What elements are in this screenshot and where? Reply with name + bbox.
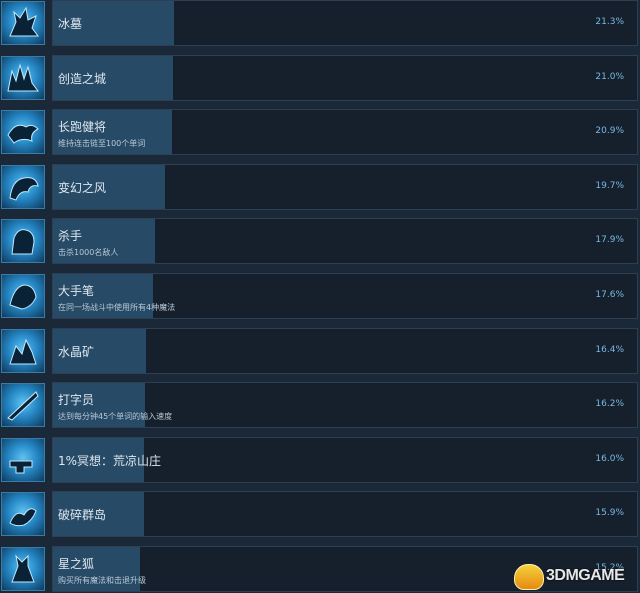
achievement-description: 维持连击链至100个单词 xyxy=(58,139,146,148)
achievement-percent: 15.9% xyxy=(595,508,624,518)
achievement-progress-card: 创造之城 21.0% xyxy=(52,55,638,101)
achievement-percent: 19.7% xyxy=(595,181,624,191)
quill-icon xyxy=(1,383,45,427)
achievement-row[interactable]: 冰墓 21.3% xyxy=(0,0,640,46)
achievement-progress-card: 长跑健将维持连击链至100个单词 20.9% xyxy=(52,109,638,155)
achievement-title: 变幻之风 xyxy=(58,181,107,195)
achievement-title: 星之狐 xyxy=(58,557,95,571)
running-fox-icon xyxy=(1,110,45,154)
achievement-list: 冰墓 21.3% 创造之城 21.0% 长跑健将维持连击链至100个单词 20.9% 变幻之… xyxy=(0,0,640,593)
achievement-percent: 20.9% xyxy=(595,126,624,136)
achievement-row[interactable]: 创造之城 21.0% xyxy=(0,55,640,101)
achievement-title: 长跑健将 xyxy=(58,120,107,134)
achievement-row[interactable]: 打字员达到每分钟45个单词的输入速度 16.2% xyxy=(0,382,640,428)
achievement-percent: 16.4% xyxy=(595,345,624,355)
achievement-title: 破碎群岛 xyxy=(58,508,107,522)
achievement-percent: 21.0% xyxy=(595,72,624,82)
achievement-row[interactable]: 杀手击杀1000名敌人 17.9% xyxy=(0,218,640,264)
achievement-progress-card: 破碎群岛 15.9% xyxy=(52,491,638,537)
city-wolf-icon xyxy=(1,56,45,100)
achievement-row[interactable]: 大手笔在同一场战斗中使用所有4种魔法 17.6% xyxy=(0,273,640,319)
3dm-mascot-icon xyxy=(514,564,544,590)
achievement-progress-card: 大手笔在同一场战斗中使用所有4种魔法 17.6% xyxy=(52,273,638,319)
achievement-title: 创造之城 xyxy=(58,72,107,86)
magic-wolf-icon xyxy=(1,274,45,318)
achievement-row[interactable]: 水晶矿 16.4% xyxy=(0,328,640,374)
achievement-percent: 21.3% xyxy=(595,17,624,27)
achievement-progress-card: 水晶矿 16.4% xyxy=(52,328,638,374)
achievement-title: 1%冥想：荒凉山庄 xyxy=(58,454,162,468)
star-fox-icon xyxy=(1,547,45,591)
achievement-row[interactable]: 长跑健将维持连击链至100个单词 20.9% xyxy=(0,109,640,155)
achievement-row[interactable]: 变幻之风 19.7% xyxy=(0,164,640,210)
achievement-description: 购买所有魔法和击退升级 xyxy=(58,576,146,585)
achievement-title: 大手笔 xyxy=(58,284,95,298)
achievement-progress-card: 杀手击杀1000名敌人 17.9% xyxy=(52,218,638,264)
crystal-wolf-icon xyxy=(1,329,45,373)
ice-wolf-icon xyxy=(1,1,45,45)
achievement-progress-card: 冰墓 21.3% xyxy=(52,0,638,46)
achievement-title: 冰墓 xyxy=(58,17,83,31)
achievement-percent: 16.2% xyxy=(595,399,624,409)
wind-fox-icon xyxy=(1,165,45,209)
achievement-percent: 17.6% xyxy=(595,290,624,300)
achievement-row[interactable]: 破碎群岛 15.9% xyxy=(0,491,640,537)
islands-fox-icon xyxy=(1,492,45,536)
killer-wolf-icon xyxy=(1,219,45,263)
achievement-title: 杀手 xyxy=(58,229,83,243)
achievement-title: 打字员 xyxy=(58,393,95,407)
achievement-progress-card: 打字员达到每分钟45个单词的输入速度 16.2% xyxy=(52,382,638,428)
achievement-progress-card: 1%冥想：荒凉山庄 16.0% xyxy=(52,437,638,483)
achievement-description: 在同一场战斗中使用所有4种魔法 xyxy=(58,303,176,312)
achievement-row[interactable]: 1%冥想：荒凉山庄 16.0% xyxy=(0,437,640,483)
anvil-icon xyxy=(1,438,45,482)
achievement-percent: 17.9% xyxy=(595,235,624,245)
achievement-progress-card: 变幻之风 19.7% xyxy=(52,164,638,210)
achievement-description: 达到每分钟45个单词的输入速度 xyxy=(58,412,173,421)
achievement-description: 击杀1000名敌人 xyxy=(58,248,119,257)
achievement-percent: 16.0% xyxy=(595,454,624,464)
watermark: 3DMGAME xyxy=(514,562,638,590)
watermark-text: 3DMGAME xyxy=(546,567,625,584)
achievement-title: 水晶矿 xyxy=(58,345,95,359)
